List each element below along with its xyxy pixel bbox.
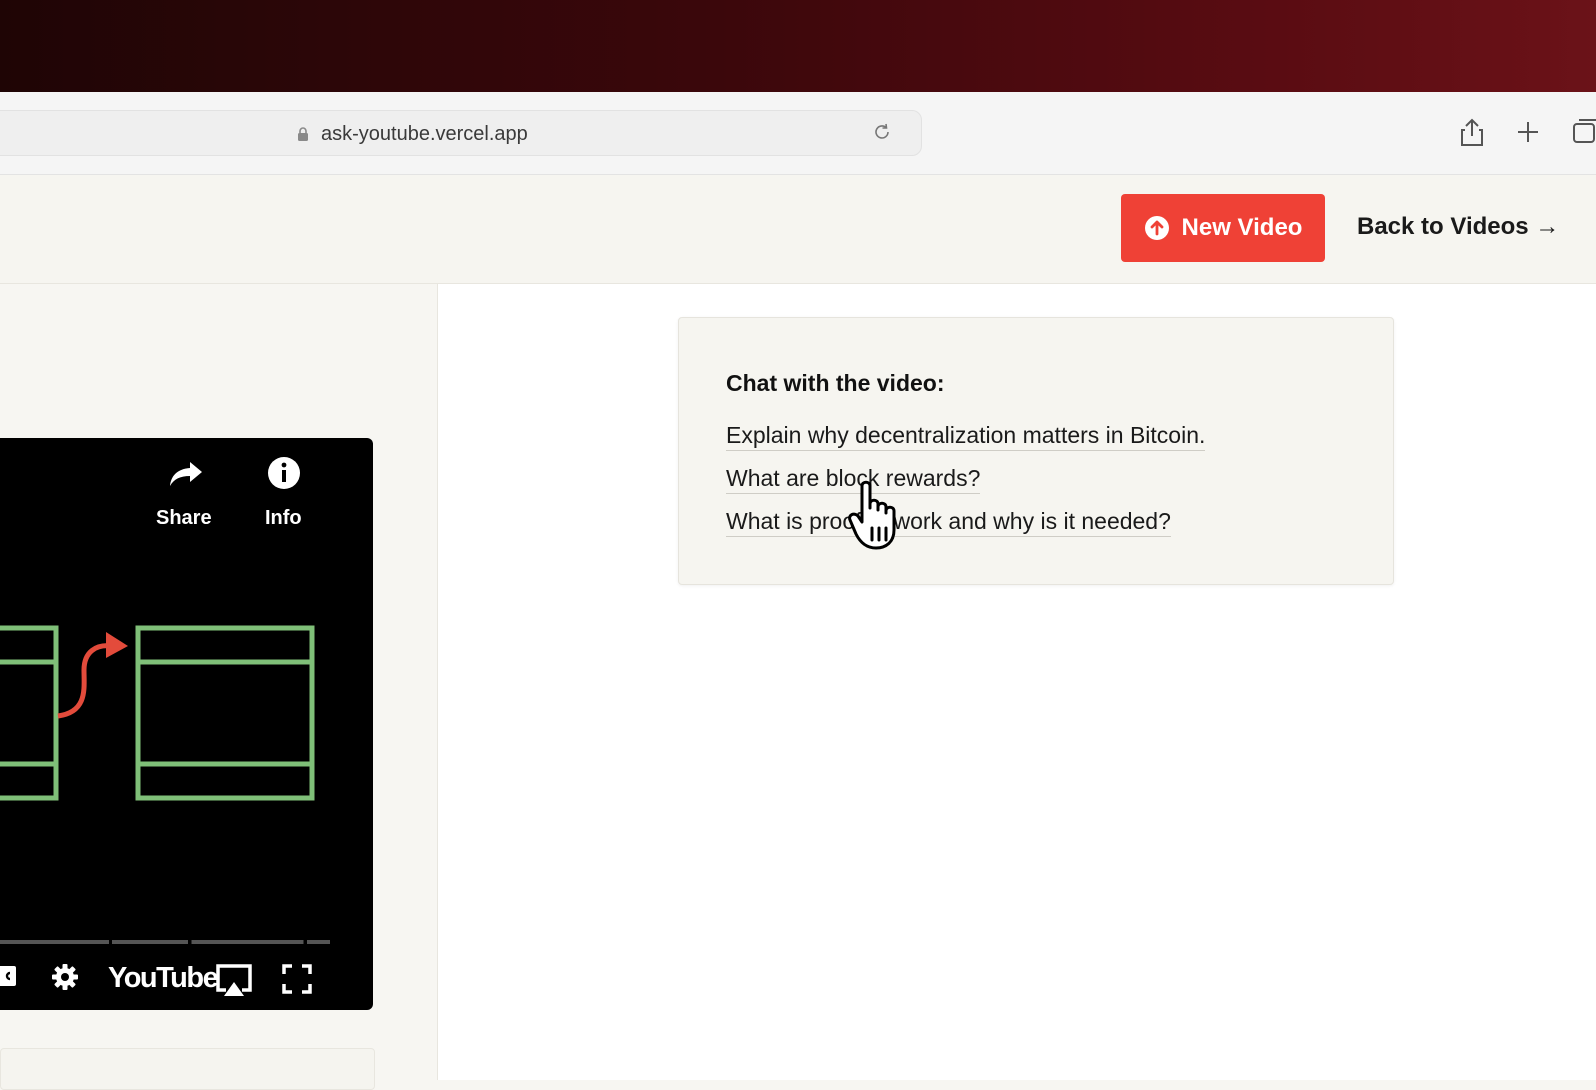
airplay-icon[interactable] (214, 962, 254, 998)
new-video-button[interactable]: New Video (1121, 194, 1325, 262)
desktop-background (0, 0, 1596, 92)
fullscreen-icon[interactable] (282, 964, 312, 994)
chat-suggestions-card: Chat with the video: Explain why decentr… (678, 317, 1394, 585)
address-bar[interactable]: ask-youtube.vercel.app (0, 110, 922, 156)
info-label[interactable]: Info (265, 507, 302, 530)
captions-icon[interactable] (0, 962, 18, 990)
settings-gear-icon[interactable] (50, 962, 80, 992)
browser-toolbar: ask-youtube.vercel.app (0, 92, 1596, 175)
new-tab-icon[interactable] (1512, 116, 1544, 148)
share-icon[interactable] (1456, 116, 1488, 148)
video-details-card (0, 1048, 375, 1090)
new-video-label: New Video (1181, 214, 1303, 241)
share-label[interactable]: Share (156, 507, 212, 530)
hand-pointer-cursor-icon (848, 480, 896, 550)
player-controls: YouTube (0, 954, 373, 1000)
blockchain-diagram (0, 625, 315, 801)
app-header: New Video Back to Videos → (0, 175, 1596, 284)
youtube-logo[interactable]: YouTube (108, 962, 219, 995)
reload-icon[interactable] (871, 121, 893, 143)
suggestion-link[interactable]: Explain why decentralization matters in … (726, 422, 1206, 451)
url-text: ask-youtube.vercel.app (321, 123, 528, 145)
chat-title: Chat with the video: (726, 370, 945, 396)
video-player[interactable]: Share Info YouTube (0, 438, 373, 1010)
progress-bar[interactable] (0, 940, 330, 944)
tab-overview-icon[interactable] (1570, 116, 1596, 148)
upload-arrow-icon (1144, 216, 1169, 240)
lock-icon (298, 127, 308, 141)
info-icon[interactable] (267, 456, 301, 490)
back-to-videos-link[interactable]: Back to Videos → (1357, 213, 1559, 241)
suggestion-link[interactable]: What is proof of work and why is it need… (726, 508, 1171, 537)
share-arrow-icon[interactable] (168, 458, 204, 490)
